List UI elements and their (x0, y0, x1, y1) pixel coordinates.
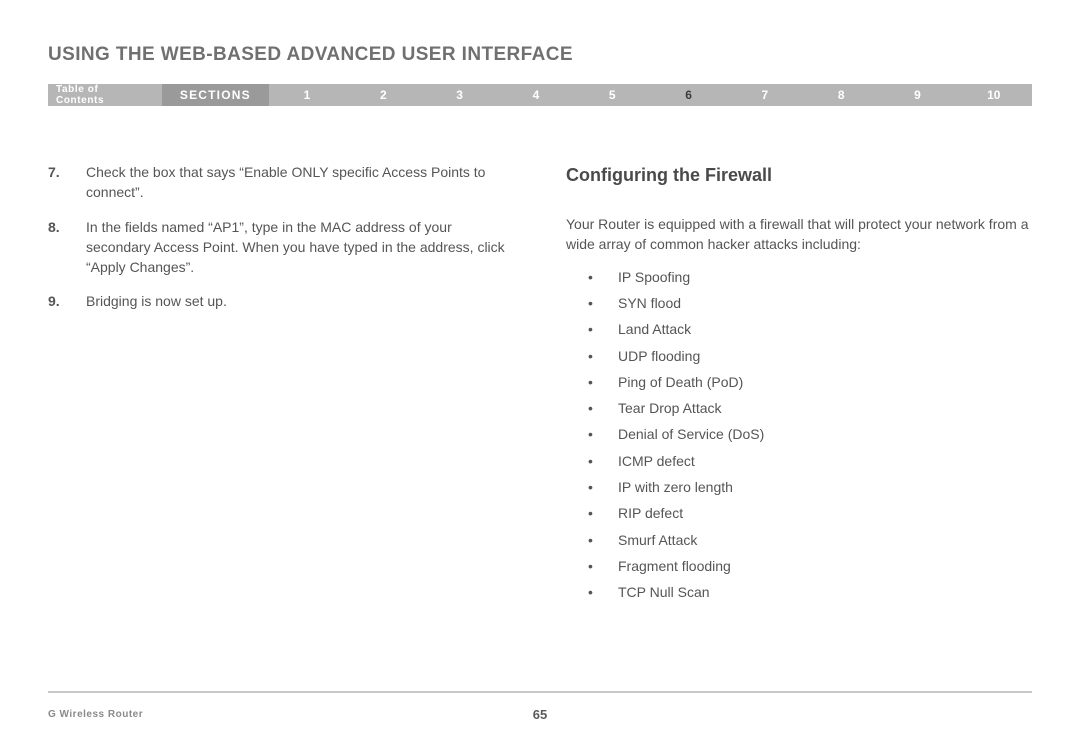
footer-divider (48, 691, 1032, 693)
section-link-1[interactable]: 1 (269, 88, 345, 102)
list-item: ICMP defect (588, 451, 1032, 471)
list-item: UDP flooding (588, 346, 1032, 366)
step-text: Bridging is now set up. (86, 291, 514, 311)
section-link-9[interactable]: 9 (879, 88, 955, 102)
page-number: 65 (533, 707, 547, 722)
step-number: 9. (48, 291, 86, 311)
list-item: TCP Null Scan (588, 582, 1032, 602)
right-column: Configuring the Firewall Your Router is … (566, 162, 1032, 609)
list-item: SYN flood (588, 293, 1032, 313)
step-text: Check the box that says “Enable ONLY spe… (86, 162, 514, 203)
section-link-5[interactable]: 5 (574, 88, 650, 102)
section-link-10[interactable]: 10 (956, 88, 1032, 102)
page-footer: G Wireless Router 65 (0, 691, 1080, 720)
list-item: RIP defect (588, 503, 1032, 523)
sections-label: SECTIONS (162, 84, 269, 106)
list-item: Land Attack (588, 319, 1032, 339)
main-content: 7. Check the box that says “Enable ONLY … (48, 162, 1032, 609)
section-link-3[interactable]: 3 (421, 88, 497, 102)
step-9: 9. Bridging is now set up. (48, 291, 514, 311)
section-link-6[interactable]: 6 (650, 88, 726, 102)
list-item: Ping of Death (PoD) (588, 372, 1032, 392)
section-link-7[interactable]: 7 (727, 88, 803, 102)
list-item: Denial of Service (DoS) (588, 424, 1032, 444)
list-item: Tear Drop Attack (588, 398, 1032, 418)
document-page: USING THE WEB-BASED ADVANCED USER INTERF… (0, 0, 1080, 756)
step-number: 7. (48, 162, 86, 203)
step-text: In the fields named “AP1”, type in the M… (86, 217, 514, 278)
list-item: IP Spoofing (588, 267, 1032, 287)
section-intro: Your Router is equipped with a firewall … (566, 214, 1032, 255)
section-navbar: Table of Contents SECTIONS 1 2 3 4 5 6 7… (48, 84, 1032, 106)
section-link-2[interactable]: 2 (345, 88, 421, 102)
toc-link[interactable]: Table of Contents (48, 84, 162, 106)
list-item: Smurf Attack (588, 530, 1032, 550)
step-number: 8. (48, 217, 86, 278)
section-link-4[interactable]: 4 (498, 88, 574, 102)
page-title: USING THE WEB-BASED ADVANCED USER INTERF… (48, 44, 1032, 66)
attack-list: IP Spoofing SYN flood Land Attack UDP fl… (566, 267, 1032, 603)
section-link-8[interactable]: 8 (803, 88, 879, 102)
list-item: Fragment flooding (588, 556, 1032, 576)
section-heading: Configuring the Firewall (566, 162, 1032, 188)
list-item: IP with zero length (588, 477, 1032, 497)
step-8: 8. In the fields named “AP1”, type in th… (48, 217, 514, 278)
step-7: 7. Check the box that says “Enable ONLY … (48, 162, 514, 203)
left-column: 7. Check the box that says “Enable ONLY … (48, 162, 514, 609)
